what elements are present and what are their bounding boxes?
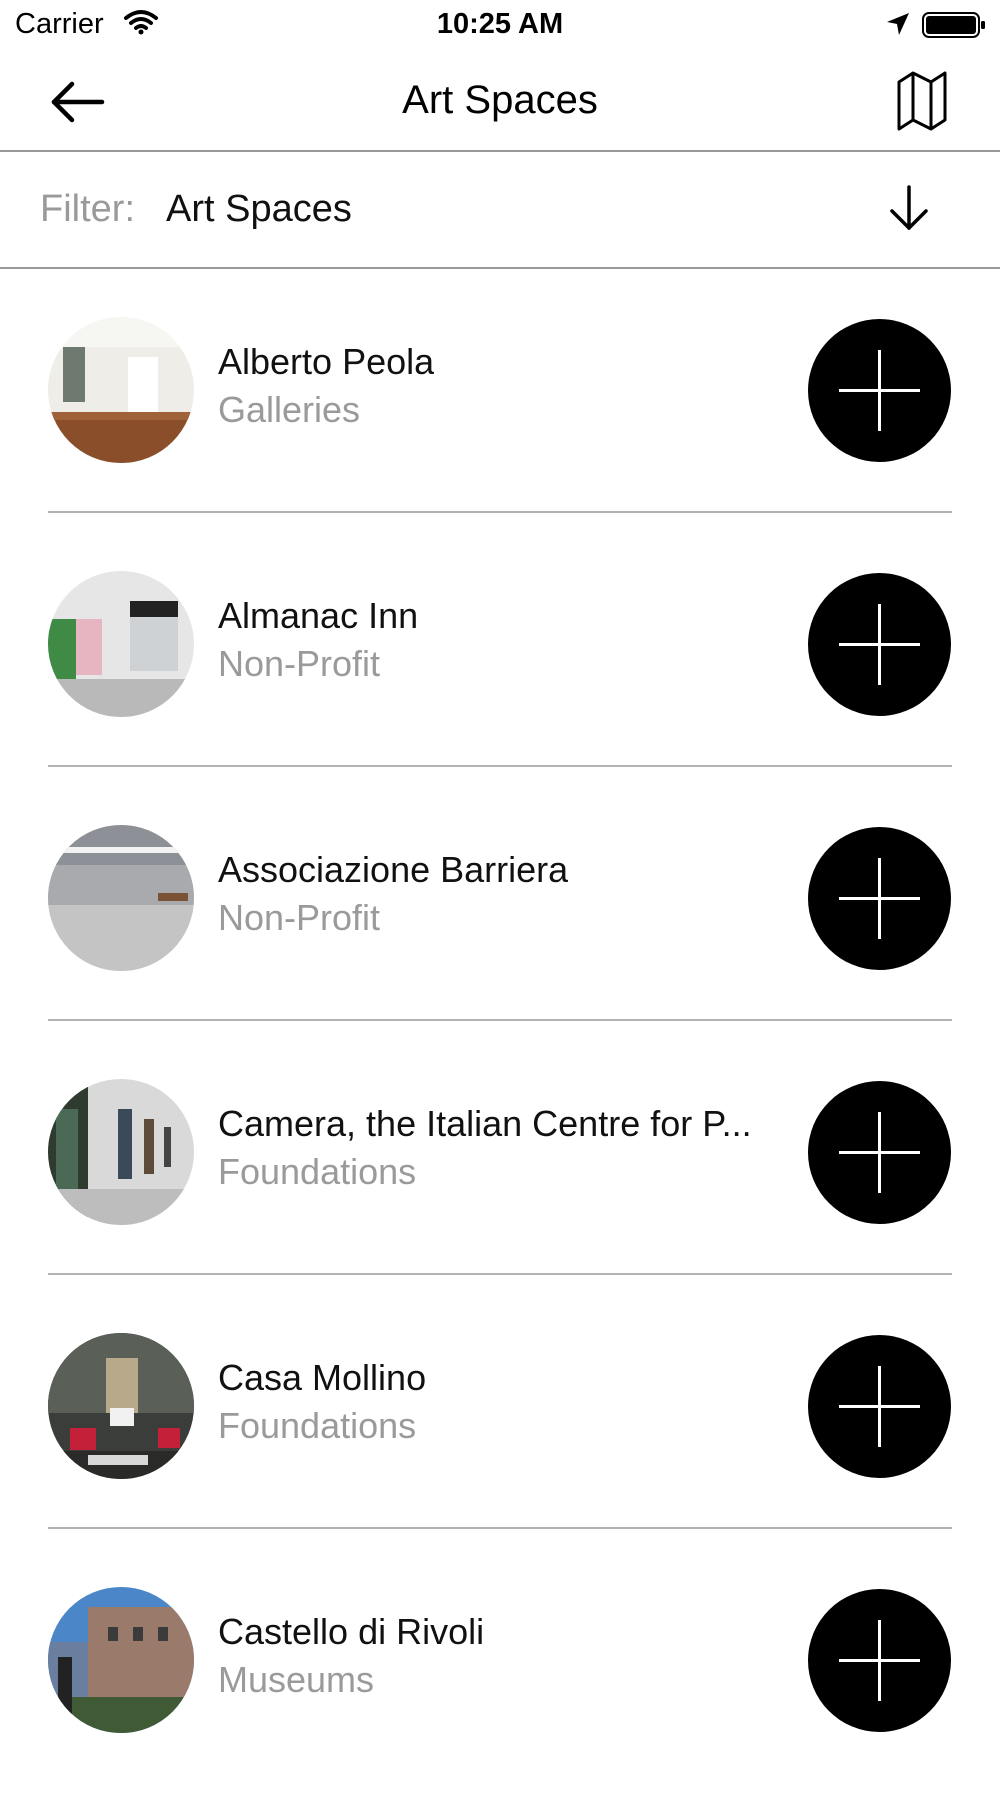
status-bar: Carrier 10:25 AM <box>0 0 1000 50</box>
divider <box>48 1273 952 1275</box>
space-name: Casa Mollino <box>218 1357 427 1398</box>
filter-bar[interactable]: Filter: Art Spaces <box>0 152 1000 269</box>
list-item[interactable]: Castello di Rivoli Museums <box>0 1539 1000 1793</box>
page-title: Art Spaces <box>402 78 598 122</box>
filter-value[interactable]: Art Spaces <box>166 188 352 231</box>
space-thumbnail <box>48 1333 194 1479</box>
list-item[interactable]: Associazione Barriera Non-Profit <box>0 777 1000 1031</box>
space-thumbnail <box>48 1587 194 1733</box>
space-name: Castello di Rivoli <box>218 1611 485 1652</box>
space-category: Non-Profit <box>218 897 381 938</box>
space-name: Camera, the Italian Centre for P... <box>218 1103 752 1144</box>
divider <box>48 1527 952 1529</box>
map-icon[interactable] <box>896 70 948 132</box>
navigation-bar: Art Spaces <box>0 50 1000 152</box>
divider <box>48 511 952 513</box>
add-button[interactable] <box>808 573 951 716</box>
list-item[interactable]: Casa Mollino Foundations <box>0 1285 1000 1539</box>
space-category: Foundations <box>218 1405 417 1446</box>
space-thumbnail <box>48 317 194 463</box>
space-thumbnail <box>48 1079 194 1225</box>
add-button[interactable] <box>808 319 951 462</box>
space-thumbnail <box>48 825 194 971</box>
space-name: Associazione Barriera <box>218 849 569 890</box>
add-button[interactable] <box>808 1081 951 1224</box>
battery-icon <box>922 12 985 38</box>
space-name: Alberto Peola <box>218 341 435 382</box>
list-item[interactable]: Alberto Peola Galleries <box>0 269 1000 523</box>
arrow-down-icon[interactable] <box>888 184 930 232</box>
add-button[interactable] <box>808 1335 951 1478</box>
space-category: Foundations <box>218 1151 417 1192</box>
space-category: Galleries <box>218 389 361 430</box>
location-arrow-icon <box>887 13 909 35</box>
space-thumbnail <box>48 571 194 717</box>
filter-label: Filter: <box>40 188 135 230</box>
divider <box>48 765 952 767</box>
list-item[interactable]: Camera, the Italian Centre for P... Foun… <box>0 1031 1000 1285</box>
space-category: Non-Profit <box>218 643 381 684</box>
add-button[interactable] <box>808 1589 951 1732</box>
space-category: Museums <box>218 1659 375 1700</box>
divider <box>48 1019 952 1021</box>
list-item[interactable]: Almanac Inn Non-Profit <box>0 523 1000 777</box>
space-name: Almanac Inn <box>218 595 419 636</box>
add-button[interactable] <box>808 827 951 970</box>
clock: 10:25 AM <box>436 8 564 40</box>
